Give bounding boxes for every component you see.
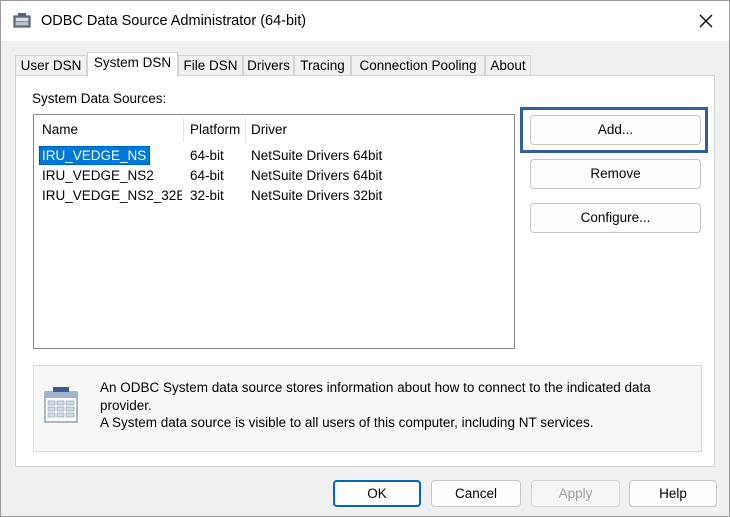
ok-button[interactable]: OK [333,480,421,507]
tab-user-dsn[interactable]: User DSN [15,55,87,76]
dsn-driver: NetSuite Drivers 64bit [251,148,383,163]
dsn-platform: 32-bit [190,188,224,203]
info-text: An ODBC System data source stores inform… [100,379,701,432]
close-icon [699,14,713,28]
tab-file-dsn[interactable]: File DSN [178,55,243,76]
dsn-driver: NetSuite Drivers 32bit [251,188,383,203]
dsn-name: IRU_VEDGE_NS [42,148,147,163]
system-dsn-panel: System Data Sources: Name Platform Drive… [15,75,715,467]
add-button[interactable]: Add... [530,115,701,145]
column-header-name[interactable]: Name [42,122,78,137]
odbc-app-icon [13,12,31,30]
dsn-platform: 64-bit [190,168,224,183]
column-header-driver[interactable]: Driver [251,122,287,137]
dsn-name: IRU_VEDGE_NS2 [42,168,154,183]
dsn-driver: NetSuite Drivers 64bit [251,168,383,183]
window-title: ODBC Data Source Administrator (64-bit) [41,13,307,29]
configure-button[interactable]: Configure... [530,203,701,233]
tab-system-dsn[interactable]: System DSN [87,52,178,77]
column-divider[interactable] [183,118,184,142]
dsn-name: IRU_VEDGE_NS2_32B [42,188,182,203]
info-line-1: An ODBC System data source stores inform… [100,380,651,413]
apply-button[interactable]: Apply [531,480,620,507]
title-bar: ODBC Data Source Administrator (64-bit) [1,1,729,41]
column-divider[interactable] [245,118,246,142]
odbc-administrator-window: ODBC Data Source Administrator (64-bit) … [0,0,730,517]
data-source-icon [43,386,81,426]
remove-button[interactable]: Remove [530,159,701,189]
dsn-platform: 64-bit [190,148,224,163]
tab-about[interactable]: About [485,55,531,76]
system-data-sources-label: System Data Sources: [32,91,167,106]
cancel-button[interactable]: Cancel [431,480,521,507]
info-line-2: A System data source is visible to all u… [100,415,594,430]
tab-drivers[interactable]: Drivers [243,55,294,76]
system-data-sources-list[interactable]: Name Platform Driver IRU_VEDGE_NS 64-bit… [33,114,515,349]
info-box: An ODBC System data source stores inform… [33,365,702,452]
tab-tracing[interactable]: Tracing [294,55,351,76]
column-header-platform[interactable]: Platform [190,122,240,137]
close-button[interactable] [683,1,729,41]
help-button[interactable]: Help [629,480,717,507]
tab-connection-pooling[interactable]: Connection Pooling [351,55,485,76]
